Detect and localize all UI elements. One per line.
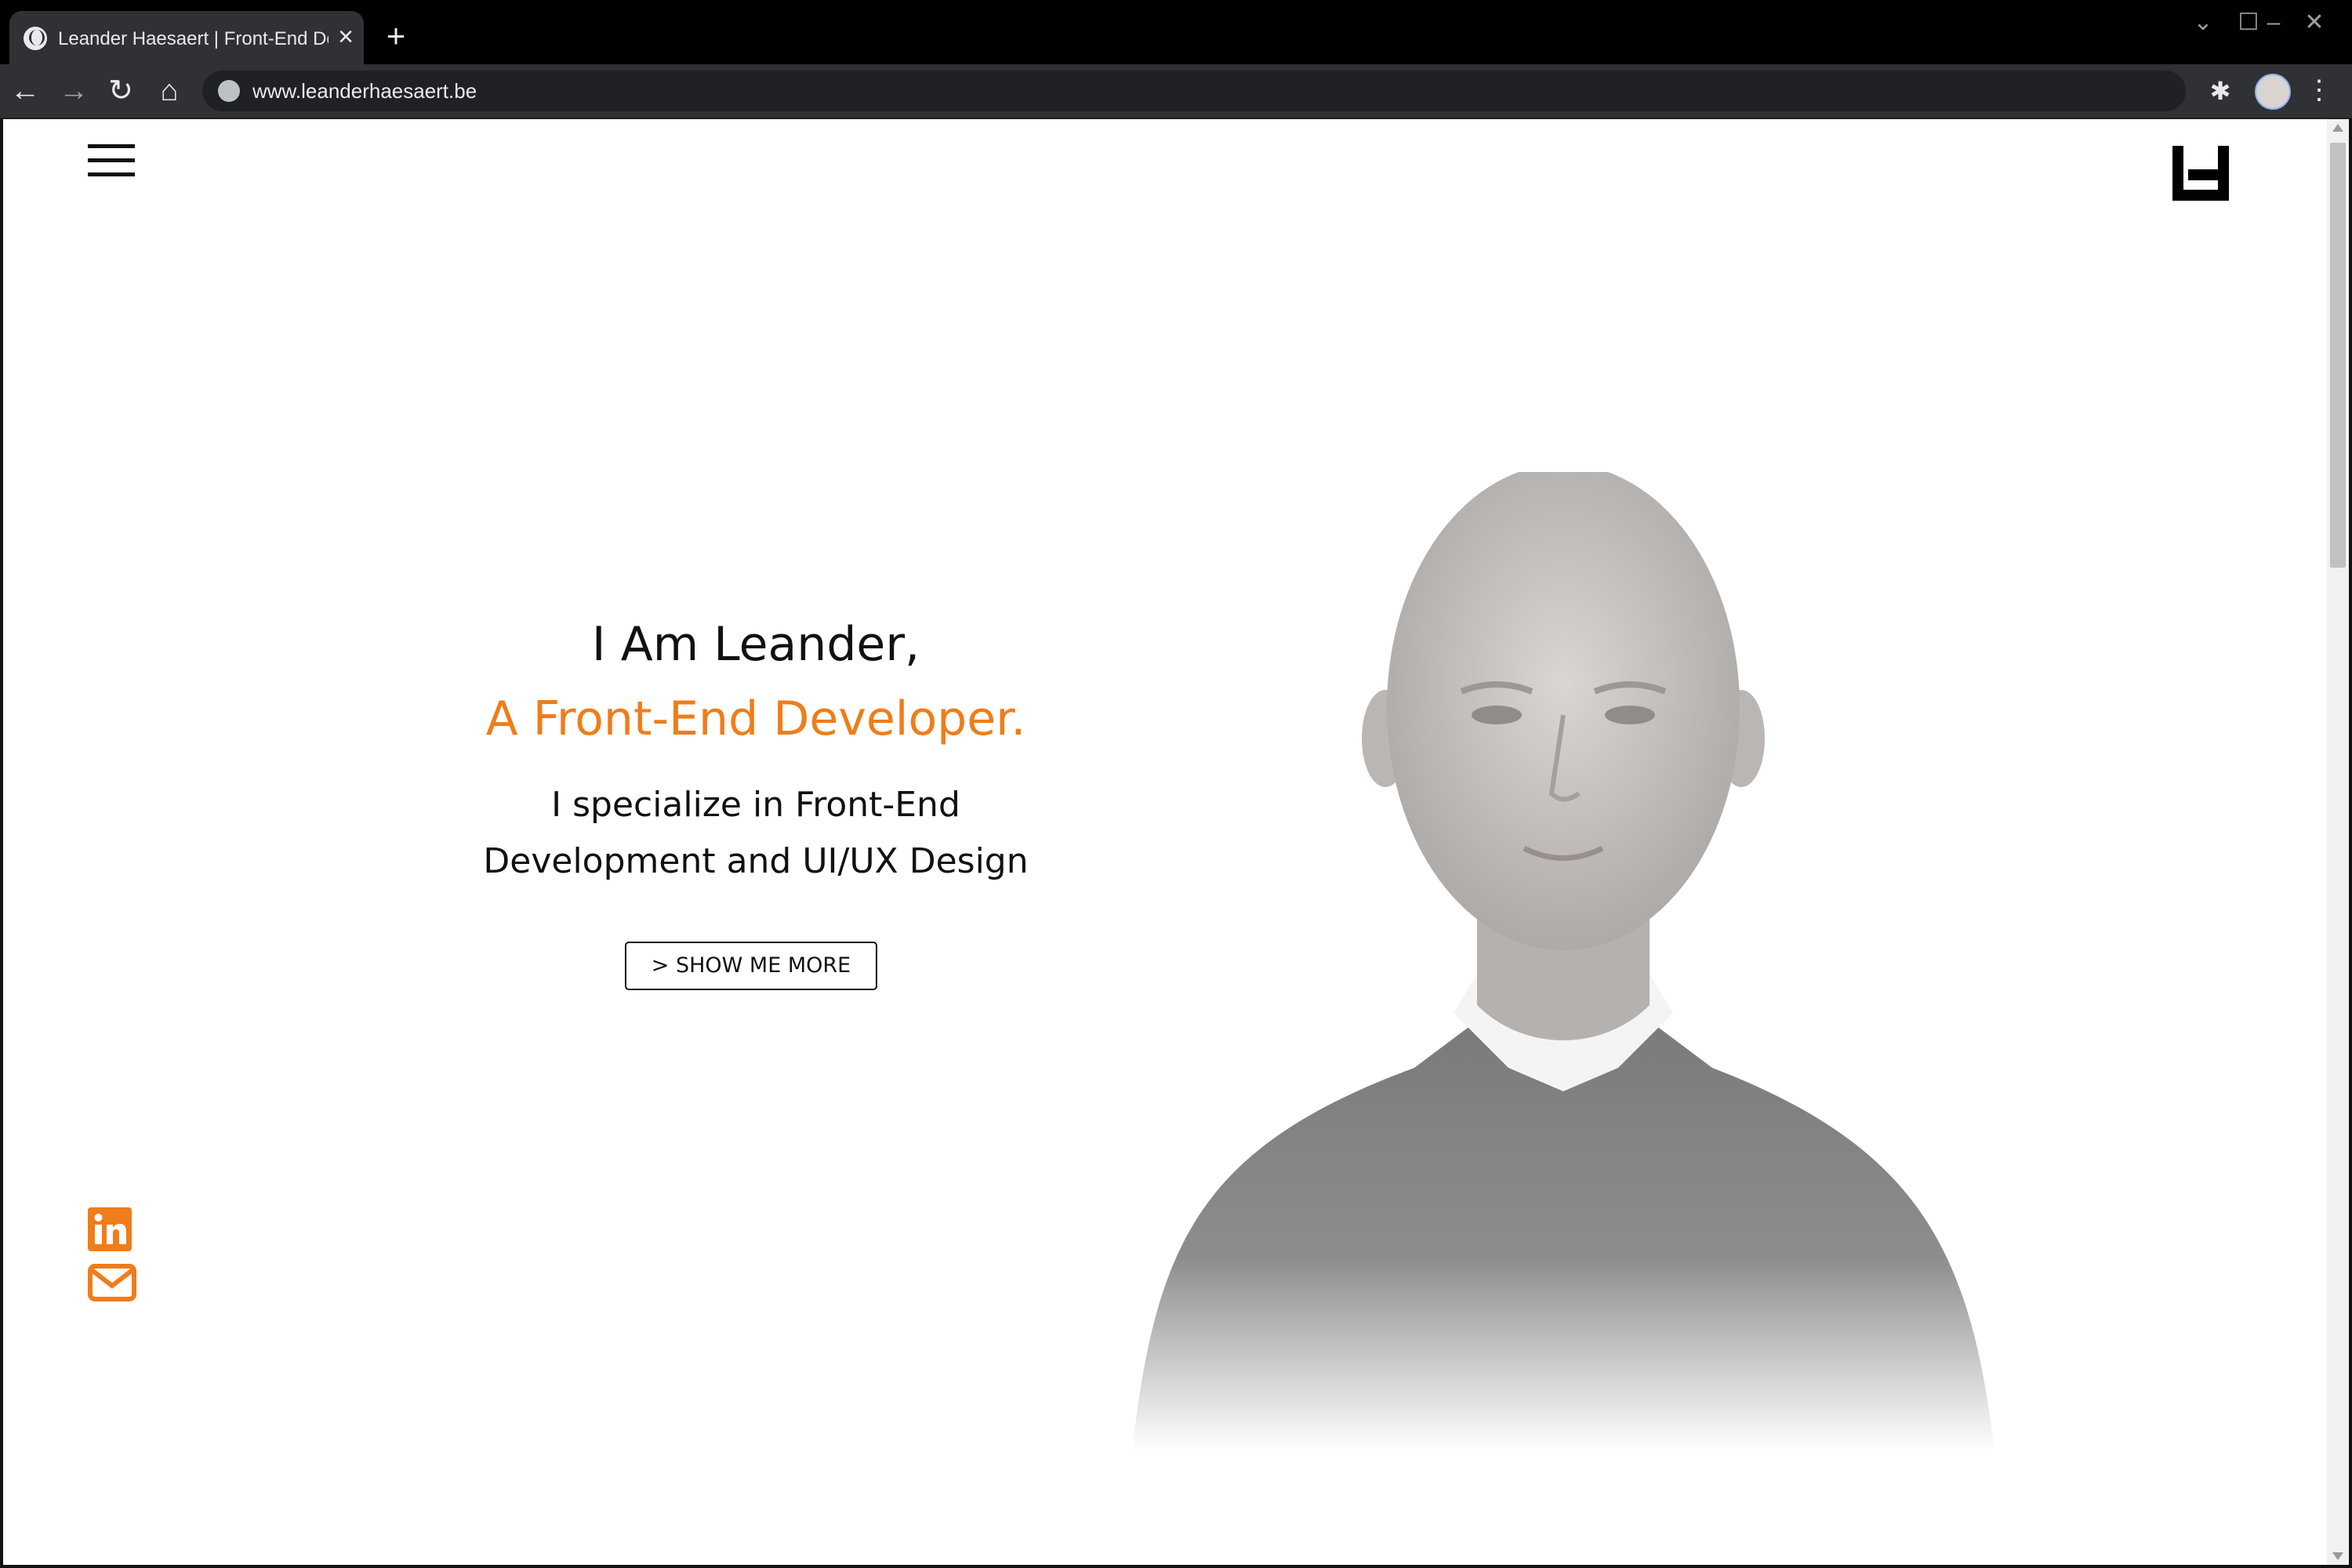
scrollbar-thumb[interactable] xyxy=(2330,143,2346,568)
new-tab-icon[interactable]: + xyxy=(380,20,412,53)
extensions-icon[interactable]: ✱ xyxy=(2206,77,2234,105)
hero-text: I Am Leander, A Front-End Developer. I s… xyxy=(442,609,1069,890)
hero-heading: I Am Leander, xyxy=(591,617,920,672)
close-tab-icon[interactable]: × xyxy=(332,24,359,50)
maximize-icon[interactable]: ☐ xyxy=(2225,9,2272,36)
page-viewport: I Am Leander, A Front-End Developer. I s… xyxy=(3,119,2349,1565)
scroll-down-icon[interactable] xyxy=(2332,1552,2343,1560)
globe-icon xyxy=(24,27,47,50)
browser-toolbar: ← → ↻ ⌂ www.leanderhaesaert.be ✱ ⋮ xyxy=(0,64,2352,119)
forward-icon[interactable]: → xyxy=(55,72,93,110)
email-icon[interactable] xyxy=(88,1264,136,1301)
tab-strip: Leander Haesaert | Front-End Developer ×… xyxy=(0,0,2352,64)
tab-search-icon[interactable]: ⌄ xyxy=(2180,9,2227,36)
hamburger-menu-icon[interactable] xyxy=(88,143,135,179)
close-window-icon[interactable]: ✕ xyxy=(2291,9,2338,36)
show-me-more-button[interactable]: > SHOW ME MORE xyxy=(625,942,877,990)
home-icon[interactable]: ⌂ xyxy=(151,72,188,110)
portrait-photo xyxy=(1132,472,1994,1452)
browser-tab[interactable]: Leander Haesaert | Front-End Developer × xyxy=(9,11,364,64)
address-bar[interactable]: www.leanderhaesaert.be xyxy=(202,71,2186,111)
tab-title: Leander Haesaert | Front-End Developer xyxy=(58,28,328,49)
back-icon[interactable]: ← xyxy=(6,72,44,110)
site-info-icon[interactable] xyxy=(218,80,240,102)
profile-avatar[interactable] xyxy=(2255,74,2291,110)
url-text[interactable]: www.leanderhaesaert.be xyxy=(252,77,477,105)
browser-menu-icon[interactable]: ⋮ xyxy=(2305,74,2333,107)
linkedin-icon[interactable] xyxy=(88,1207,132,1251)
hero-role: A Front-End Developer. xyxy=(485,691,1026,746)
hero-subtitle: I specialize in Front-End Development an… xyxy=(483,785,1029,881)
scroll-up-icon[interactable] xyxy=(2332,124,2343,132)
page-scrollbar[interactable] xyxy=(2327,119,2349,1565)
reload-icon[interactable]: ↻ xyxy=(102,72,140,110)
browser-window: Leander Haesaert | Front-End Developer ×… xyxy=(0,0,2352,1568)
lh-logo-icon[interactable] xyxy=(2172,146,2229,201)
